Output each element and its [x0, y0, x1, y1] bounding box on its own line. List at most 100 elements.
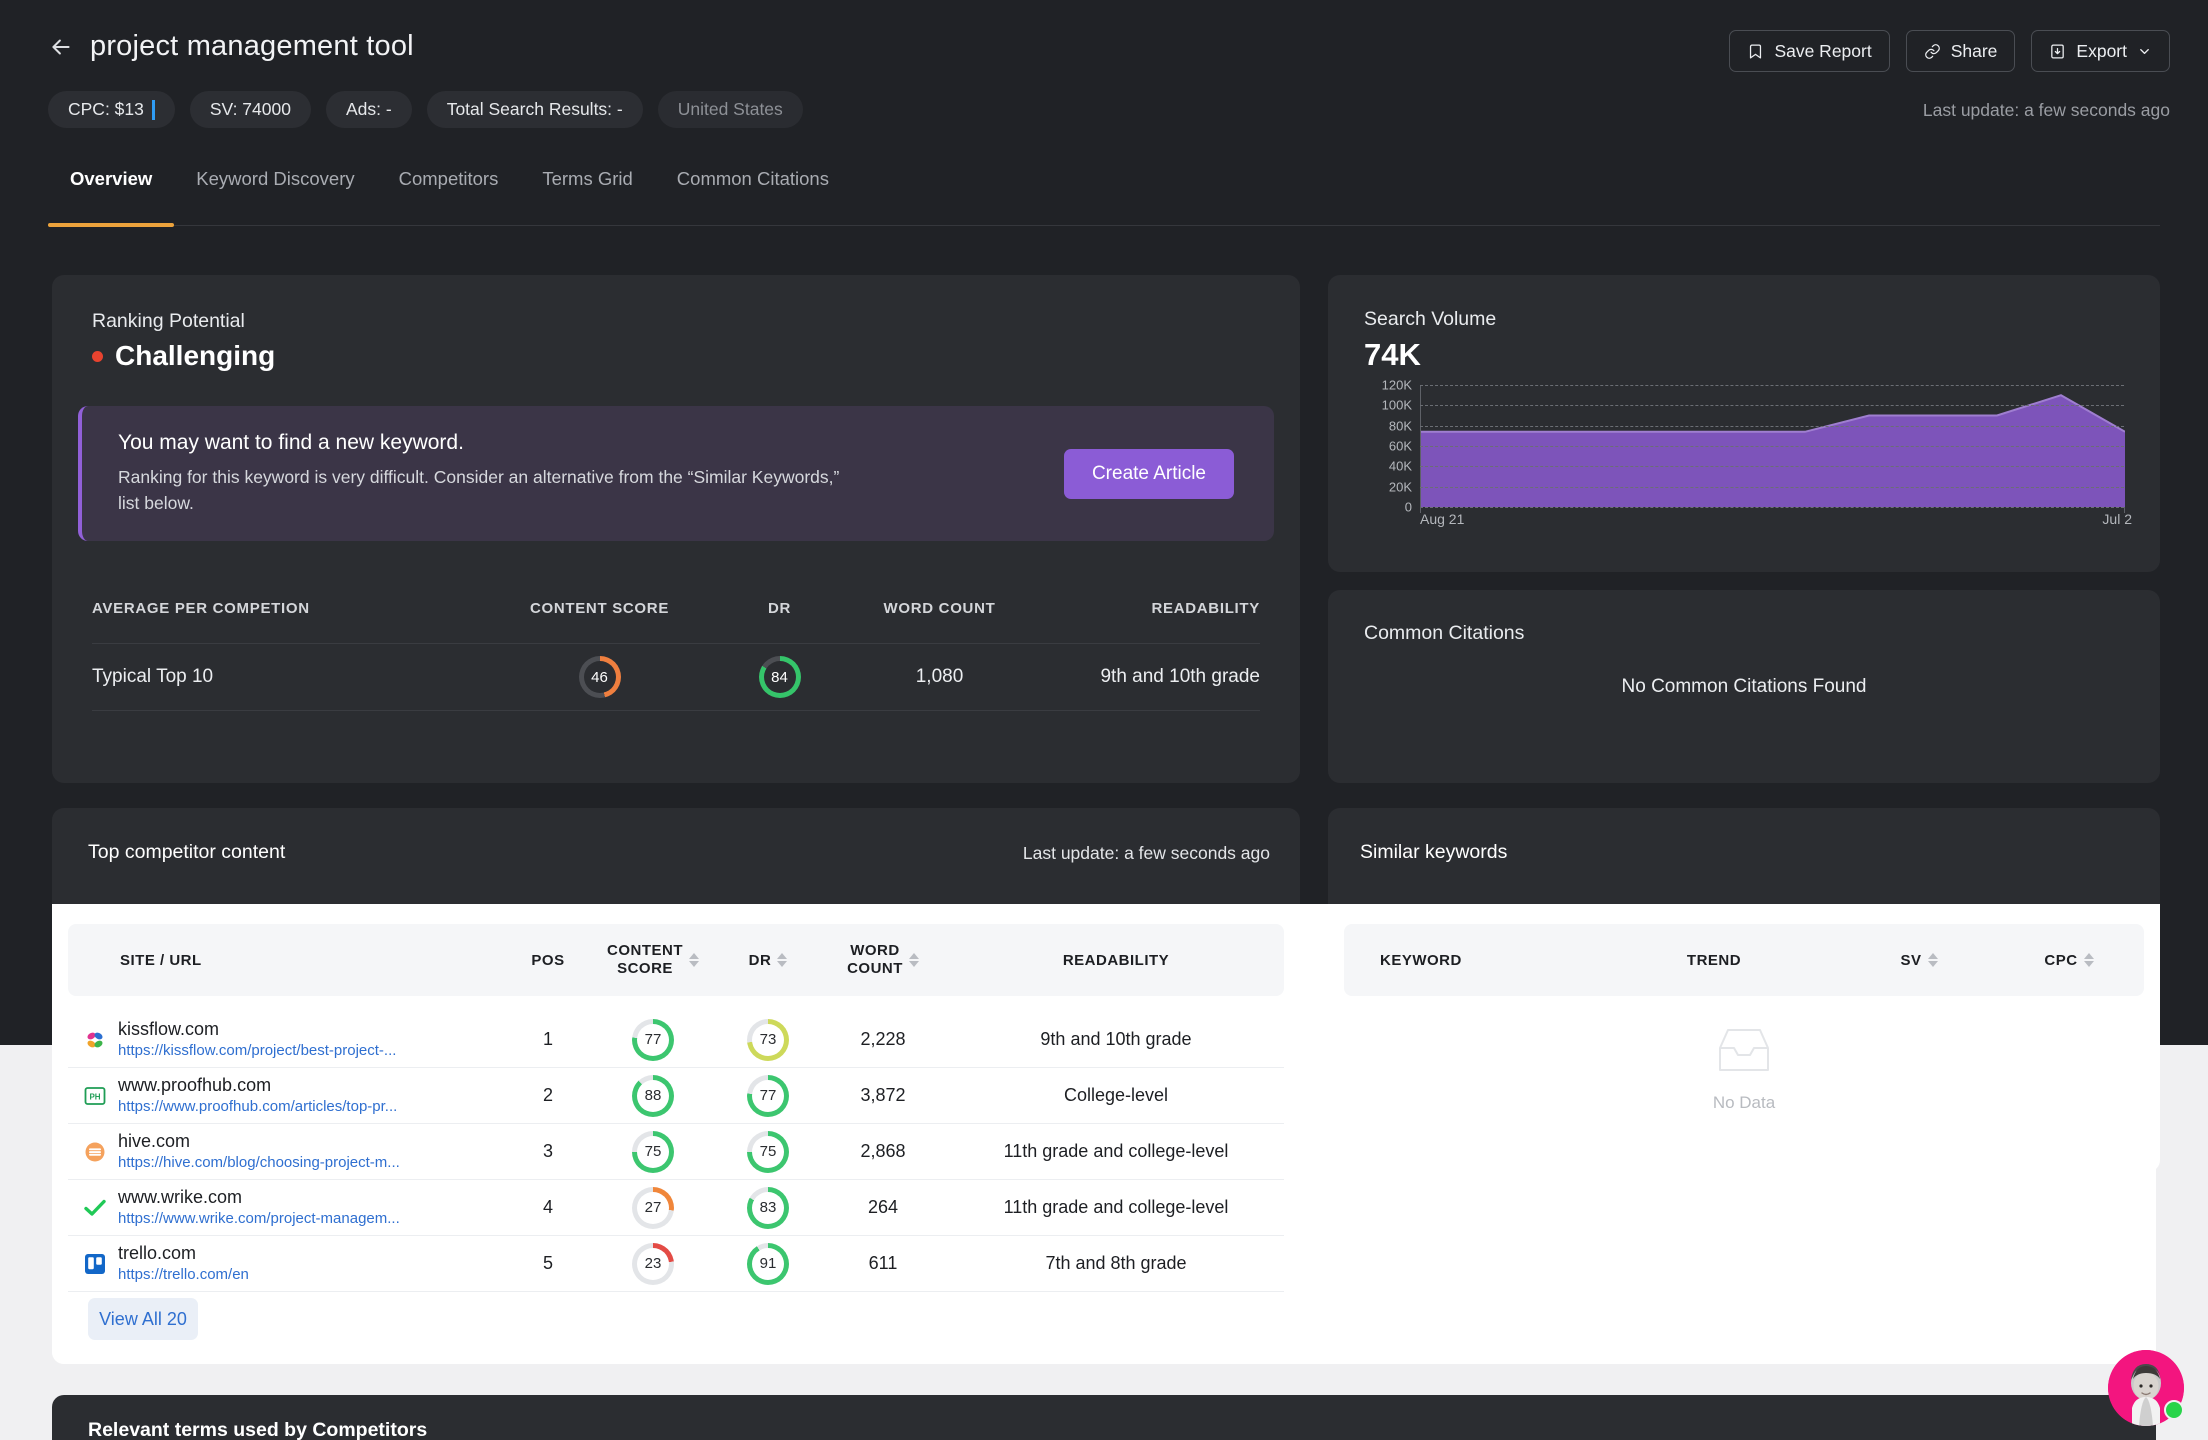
kissflow-butterfly-icon	[84, 1029, 106, 1051]
chart-tick-mark	[2124, 507, 2125, 513]
table-row[interactable]: hive.com https://hive.com/blog/choosing-p…	[68, 1124, 1284, 1180]
table-row[interactable]: trello.com https://trello.com/en 5 23 91 611 7…	[68, 1236, 1284, 1292]
header-actions: Save Report Share Export	[1729, 30, 2170, 72]
col-word-count[interactable]: WORD COUNT	[818, 942, 948, 978]
table-row[interactable]: PH www.proofhub.com https://www.proofhub.c…	[68, 1068, 1284, 1124]
dr-ring: 91	[747, 1242, 789, 1285]
content-score-ring: 75	[632, 1130, 674, 1173]
pos-cell: 2	[542, 1085, 553, 1105]
tab-common-citations[interactable]: Common Citations	[655, 168, 851, 226]
dr-cell: 91	[718, 1242, 818, 1285]
tab-terms-grid[interactable]: Terms Grid	[520, 168, 654, 226]
content-score-cell: 77	[588, 1018, 718, 1061]
chip-sv[interactable]: SV: 74000	[189, 91, 311, 128]
site-domain: kissflow.com	[118, 1018, 220, 1039]
save-report-button[interactable]: Save Report	[1729, 30, 1890, 72]
sort-sv-icon[interactable]	[1927, 953, 1938, 967]
chart-tick-mark	[1420, 507, 1421, 513]
chart-gridline	[1420, 486, 2124, 488]
competitor-table-container: SITE / URL POS CONTENT SCORE DR WORD COUNT…	[52, 904, 1300, 1364]
status-dot-icon	[92, 350, 103, 362]
chart-gridline	[1420, 385, 2124, 386]
readability-cell: 7th and 8th grade	[1045, 1253, 1187, 1273]
pos-cell: 4	[542, 1197, 553, 1217]
word-count-cell: 2,868	[860, 1141, 906, 1161]
content-score-cell: 23	[588, 1242, 718, 1285]
content-score-cell: 88	[588, 1074, 718, 1117]
pos-cell: 5	[542, 1253, 553, 1273]
avg-col-dr: DR	[767, 600, 792, 617]
search-volume-title: Search Volume	[1364, 308, 1497, 330]
table-row[interactable]: www.wrike.com https://www.wrike.com/proje…	[68, 1180, 1284, 1236]
site-url-link[interactable]: https://www.wrike.com/project-managem...	[118, 1210, 400, 1228]
sort-content-score-icon[interactable]	[689, 953, 699, 967]
chip-country[interactable]: United States	[657, 91, 803, 128]
tab-terms-grid-label: Terms Grid	[542, 168, 633, 189]
chevron-down-icon	[2137, 44, 2152, 59]
dr-ring-value: 73	[759, 1031, 777, 1048]
export-button[interactable]: Export	[2031, 30, 2170, 72]
support-chat-button[interactable]	[2108, 1350, 2184, 1426]
relevant-terms-title: Relevant terms used by Competitors	[88, 1419, 428, 1440]
site-cell[interactable]: hive.com https://hive.com/blog/choosing-p…	[68, 1131, 508, 1173]
text-caret	[151, 99, 155, 120]
relevant-terms-card: Relevant terms used by Competitors	[52, 1395, 2156, 1440]
site-url-link[interactable]: https://trello.com/en	[118, 1266, 249, 1284]
sk-col-sv[interactable]: SV	[1844, 952, 1994, 969]
avg-col-site: AVERAGE PER COMPETION	[92, 600, 310, 617]
arrow-left-icon[interactable]	[48, 34, 74, 60]
chip-cpc-label: CPC: $13	[68, 99, 144, 119]
common-citations-empty: No Common Citations Found	[1621, 675, 1867, 697]
site-cell[interactable]: www.wrike.com https://www.wrike.com/proje…	[68, 1187, 508, 1229]
chart-xtick: Aug 21	[1420, 511, 1465, 527]
site-url-link[interactable]: https://kissflow.com/project/best-projec…	[118, 1042, 396, 1060]
tab-overview-label: Overview	[70, 168, 153, 189]
site-cell[interactable]: kissflow.com https://kissflow.com/project…	[68, 1019, 508, 1061]
share-label: Share	[1950, 40, 1998, 61]
content-score-ring-value: 88	[644, 1087, 662, 1104]
top-competitor-card-header: Top competitor content Last update: a fe…	[52, 808, 1300, 904]
word-count-cell: 264	[867, 1197, 899, 1217]
pos-cell: 3	[542, 1141, 553, 1161]
avg-row-dr: 84	[707, 656, 852, 698]
sk-col-cpc[interactable]: CPC	[1994, 952, 2144, 969]
table-row[interactable]: kissflow.com https://kissflow.com/project…	[68, 1012, 1284, 1068]
dr-ring-value: 83	[759, 1199, 777, 1216]
chip-cpc[interactable]: CPC: $13	[48, 91, 175, 128]
site-cell[interactable]: PH www.proofhub.com https://www.proofhub.c…	[68, 1075, 508, 1117]
view-all-button[interactable]: View All 20	[88, 1298, 198, 1340]
tab-competitors[interactable]: Competitors	[377, 168, 521, 226]
chart-ytick: 100K	[1381, 397, 1412, 413]
top-bar: project management tool CPC: $13 SV: 740…	[0, 0, 2208, 160]
readability-cell: 11th grade and college-level	[1003, 1141, 1229, 1161]
tab-competitors-label: Competitors	[398, 168, 499, 189]
site-url-link[interactable]: https://www.proofhub.com/articles/top-pr…	[118, 1098, 397, 1116]
col-content-score[interactable]: CONTENT SCORE	[588, 942, 718, 978]
chart-ytick: 60K	[1388, 438, 1412, 454]
title-row: project management tool	[48, 30, 414, 63]
app-root: project management tool CPC: $13 SV: 740…	[0, 0, 2208, 1440]
content-score-ring: 88	[632, 1074, 674, 1117]
create-article-button[interactable]: Create Article	[1063, 448, 1234, 499]
tab-overview[interactable]: Overview	[48, 168, 175, 227]
tab-keyword-discovery[interactable]: Keyword Discovery	[174, 168, 376, 226]
search-volume-chart: 120K 100K 80K 60K 40K 20K 0 Aug 21 Jul 2	[1364, 378, 2132, 540]
share-button[interactable]: Share	[1905, 30, 2016, 72]
sort-dr-icon[interactable]	[777, 953, 788, 967]
content-score-ring: 77	[632, 1018, 674, 1061]
sort-word-count-icon[interactable]	[908, 953, 919, 967]
tab-common-citations-label: Common Citations	[676, 168, 829, 189]
site-cell[interactable]: trello.com https://trello.com/en	[68, 1243, 508, 1285]
bookmark-icon	[1747, 43, 1764, 60]
similar-keywords-empty-state: No Data	[1328, 1022, 2160, 1113]
word-count-cell: 2,228	[860, 1029, 906, 1049]
col-pos: POS	[531, 951, 565, 969]
col-dr[interactable]: DR	[718, 952, 818, 969]
site-url-link[interactable]: https://hive.com/blog/choosing-project-m…	[118, 1154, 400, 1172]
readability-cell: College-level	[1063, 1085, 1169, 1105]
chart-gridline	[1420, 405, 2124, 407]
chip-total-search-results[interactable]: Total Search Results: -	[426, 91, 643, 128]
chip-ads[interactable]: Ads: -	[325, 91, 412, 128]
avg-table-header: AVERAGE PER COMPETION CONTENT SCORE DR W…	[92, 600, 1260, 643]
sort-cpc-icon[interactable]	[2083, 953, 2094, 967]
